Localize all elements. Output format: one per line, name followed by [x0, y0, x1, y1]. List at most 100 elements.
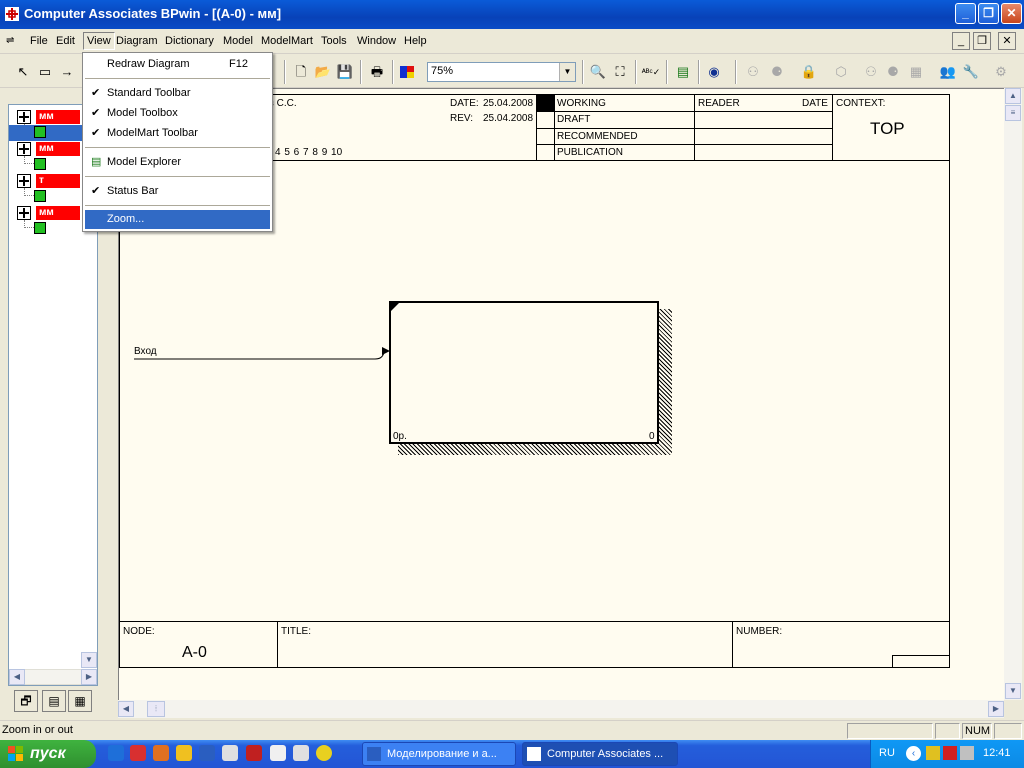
- menu-dictionary[interactable]: Dictionary: [165, 35, 214, 47]
- scroll-up-icon[interactable]: ▲: [1005, 88, 1021, 104]
- zoom-fit-icon[interactable]: ⛶: [609, 61, 631, 83]
- taskbar-item-bpwin[interactable]: Computer Associates ...: [522, 742, 678, 766]
- menu-file[interactable]: File: [30, 35, 48, 47]
- canvas-vscrollbar[interactable]: ▲ ≡ ▼: [1004, 88, 1022, 700]
- menu-item-status-bar[interactable]: ✔ Status Bar: [85, 182, 270, 201]
- menu-view[interactable]: View: [83, 32, 115, 50]
- restore-button[interactable]: ❐: [978, 3, 999, 24]
- scroll-down-icon[interactable]: ▼: [1005, 683, 1021, 699]
- model-explorer-icon[interactable]: ▤: [672, 61, 694, 83]
- mdi-doc-icon[interactable]: ⇌: [6, 35, 14, 46]
- scroll-left-icon[interactable]: ◀: [118, 701, 134, 717]
- app-icon[interactable]: [176, 745, 192, 761]
- modelmart-icon[interactable]: ◉: [703, 61, 725, 83]
- app-icon[interactable]: [130, 745, 146, 761]
- tree-item-label[interactable]: т: [36, 174, 80, 188]
- diagram-node-icon[interactable]: [34, 126, 46, 138]
- ie-icon[interactable]: [108, 745, 124, 761]
- explorer-scroll-down-icon[interactable]: ▼: [81, 652, 97, 668]
- chevron-down-icon[interactable]: ▼: [559, 63, 575, 81]
- print-icon[interactable]: 🖶: [366, 61, 388, 83]
- mm-disconnect-icon[interactable]: ⚈: [766, 61, 788, 83]
- mm-help-icon[interactable]: ⚙: [990, 61, 1012, 83]
- diagrams-tab-icon[interactable]: ▤: [42, 690, 66, 712]
- model-tree-icon[interactable]: [17, 142, 31, 156]
- diagram-node-icon[interactable]: [34, 158, 46, 170]
- pointer-tool-icon[interactable]: ↖: [12, 61, 34, 83]
- menu-diagram[interactable]: Diagram: [116, 35, 158, 47]
- input-arrow-label[interactable]: Вход: [134, 346, 157, 357]
- bpwin-icon[interactable]: [270, 745, 286, 761]
- mdi-close-button[interactable]: ✕: [998, 32, 1016, 50]
- tree-item-label[interactable]: мм: [36, 142, 80, 156]
- tray-antivirus-icon[interactable]: [943, 746, 957, 760]
- menu-model[interactable]: Model: [223, 35, 253, 47]
- word-icon[interactable]: [199, 745, 215, 761]
- close-button[interactable]: ✕: [1001, 3, 1022, 24]
- zoom-in-icon[interactable]: 🔍: [587, 61, 609, 83]
- menu-modelmart[interactable]: ModelMart: [261, 35, 313, 47]
- status-working-marker: [537, 95, 554, 111]
- media-icon[interactable]: [316, 745, 332, 761]
- diagram-node-icon[interactable]: [34, 190, 46, 202]
- new-file-icon[interactable]: 🗋: [290, 61, 312, 83]
- mm-grid-icon[interactable]: ▦: [905, 61, 927, 83]
- menu-item-zoom[interactable]: Zoom...: [85, 210, 270, 229]
- box-tool-icon[interactable]: ▭: [34, 61, 56, 83]
- mm-users-icon[interactable]: 👥: [937, 61, 959, 83]
- tray-network-icon[interactable]: [960, 746, 974, 760]
- menu-tools[interactable]: Tools: [321, 35, 347, 47]
- menu-edit[interactable]: Edit: [56, 35, 75, 47]
- zoom-select[interactable]: 75% ▼: [427, 62, 576, 82]
- input-arrow[interactable]: [132, 343, 392, 367]
- activities-tab-icon[interactable]: 🗗: [14, 690, 38, 712]
- open-folder-icon[interactable]: 📂: [312, 61, 334, 83]
- menu-item-model-explorer[interactable]: ▤ Model Explorer: [85, 153, 270, 172]
- lock-icon[interactable]: 🔒: [798, 61, 820, 83]
- objects-tab-icon[interactable]: ▦: [68, 690, 92, 712]
- menu-item-modelmart-toolbar[interactable]: ✔ ModelMart Toolbar: [85, 124, 270, 143]
- hscroll-thumb[interactable]: ⦙: [147, 701, 165, 717]
- model-tree-icon[interactable]: [17, 174, 31, 188]
- model-tree-icon[interactable]: [17, 206, 31, 220]
- checkmark-icon: ✔: [91, 107, 101, 119]
- explorer-scroll-left-icon[interactable]: ◀: [9, 669, 25, 685]
- app-icon[interactable]: [153, 745, 169, 761]
- mdi-restore-button[interactable]: ❐: [973, 32, 991, 50]
- app-icon[interactable]: [222, 745, 238, 761]
- taskbar-item-word[interactable]: Моделирование и а...: [362, 742, 516, 766]
- save-icon[interactable]: 💾: [334, 61, 356, 83]
- tree-item-label[interactable]: мм: [36, 206, 80, 220]
- activity-box[interactable]: 0р. 0: [389, 301, 659, 444]
- tree-connector: [24, 156, 34, 164]
- app-icon[interactable]: [246, 745, 262, 761]
- clock[interactable]: 12:41: [983, 747, 1011, 759]
- explorer-scroll-right-icon[interactable]: ▶: [81, 669, 97, 685]
- model-tree-icon[interactable]: [17, 110, 31, 124]
- menu-item-redraw-diagram[interactable]: Redraw Diagram F12: [85, 55, 270, 74]
- mm-compare-icon[interactable]: ⚈: [882, 61, 904, 83]
- canvas-hscrollbar[interactable]: ◀ ⦙ ▶: [118, 700, 1004, 718]
- mm-merge-icon[interactable]: ⚇: [860, 61, 882, 83]
- chevron-left-icon[interactable]: ‹: [906, 746, 921, 761]
- start-button[interactable]: пуск: [0, 740, 96, 768]
- tree-item-label[interactable]: мм: [36, 110, 80, 124]
- menu-item-standard-toolbar[interactable]: ✔ Standard Toolbar: [85, 84, 270, 103]
- arrow-tool-icon[interactable]: →: [56, 61, 78, 83]
- mm-tools-icon[interactable]: 🔧: [960, 61, 982, 83]
- menu-help[interactable]: Help: [404, 35, 427, 47]
- mm-connect-icon[interactable]: ⚇: [742, 61, 764, 83]
- scroll-right-icon[interactable]: ▶: [988, 701, 1004, 717]
- app-icon[interactable]: [293, 745, 309, 761]
- mm-object-icon[interactable]: ⬡: [830, 61, 852, 83]
- minimize-button[interactable]: _: [955, 3, 976, 24]
- menu-window[interactable]: Window: [357, 35, 396, 47]
- diagram-node-icon[interactable]: [34, 222, 46, 234]
- mdi-minimize-button[interactable]: _: [952, 32, 970, 50]
- scroll-thumb[interactable]: ≡: [1005, 105, 1021, 121]
- spell-check-icon[interactable]: ᴬᴮᶜ✓: [640, 61, 662, 83]
- color-palette-icon[interactable]: [396, 61, 418, 83]
- tray-app-icon[interactable]: [926, 746, 940, 760]
- language-indicator[interactable]: RU: [879, 747, 895, 759]
- menu-item-model-toolbox[interactable]: ✔ Model Toolbox: [85, 104, 270, 123]
